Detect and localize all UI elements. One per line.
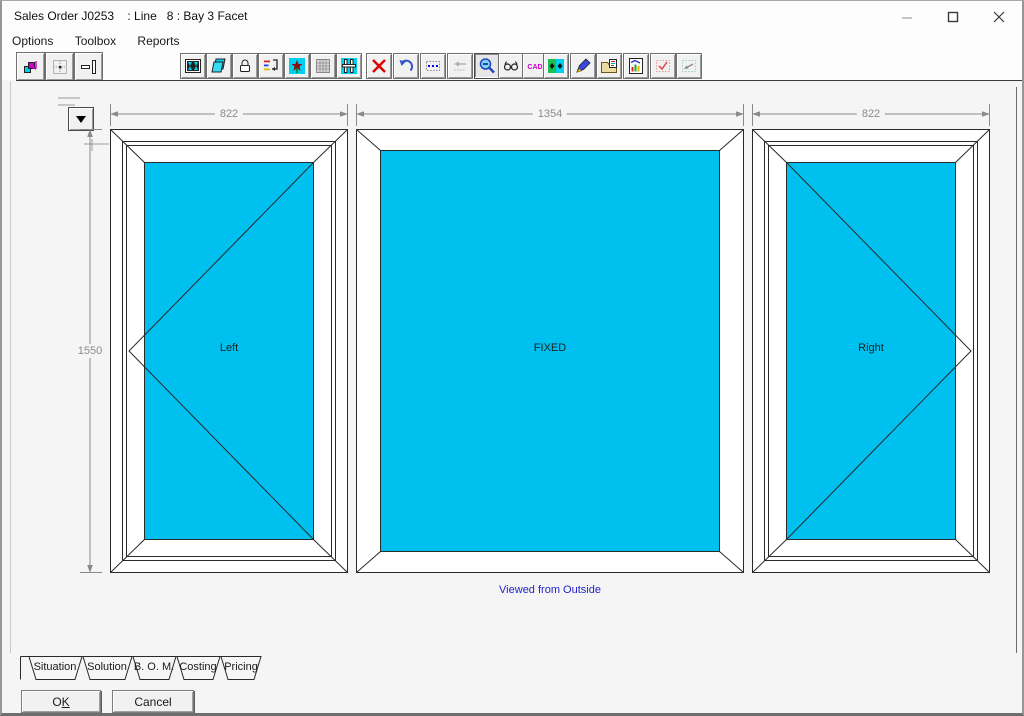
glazing-bars-button[interactable] [336, 53, 362, 79]
menu-options[interactable]: Options [4, 32, 61, 50]
undo-icon [397, 57, 415, 75]
specification-button[interactable] [258, 53, 284, 79]
grid-select-icon [51, 58, 69, 76]
hardware-button[interactable] [232, 53, 258, 79]
menu-reports[interactable]: Reports [129, 32, 187, 50]
tab-situation[interactable]: Situation [34, 661, 77, 673]
annotate-pen-button[interactable] [570, 53, 596, 79]
grid-select-button[interactable] [45, 52, 74, 81]
sash-design-icon [184, 57, 202, 75]
view-3d-icon [502, 57, 520, 75]
glazing-icon [210, 57, 228, 75]
hardware-lock-icon [236, 57, 254, 75]
facet-center[interactable]: FIXED [356, 129, 744, 573]
verify-grid-button [650, 53, 676, 79]
minimize-button[interactable] [884, 1, 930, 32]
move-nodes-button[interactable] [543, 53, 569, 79]
menu-toolbox[interactable]: Toolbox [67, 32, 124, 50]
scroll-grid-button [676, 53, 702, 79]
frame-section-icon [80, 58, 98, 76]
tab-costing[interactable]: Costing [179, 661, 216, 673]
zoom-icon [478, 57, 496, 75]
surface-pattern-button[interactable] [310, 53, 336, 79]
svg-text:CAD: CAD [527, 64, 542, 71]
sash-design-button[interactable] [180, 53, 206, 79]
design-canvas: 822 1354 822 1550 [2, 81, 1024, 653]
verify-grid-icon [654, 57, 672, 75]
toolbar: CAD [2, 51, 1022, 80]
dimension-left-value[interactable]: 822 [215, 108, 243, 120]
maximize-icon [947, 11, 959, 23]
report-folder-button[interactable] [596, 53, 622, 79]
tab-strip: Situation Solution B. O. M. Costing Pric… [2, 653, 1024, 685]
close-icon [993, 11, 1005, 23]
annotate-pen-icon [574, 57, 592, 75]
application-window: Sales Order J0253 : Line 8 : Bay 3 Facet… [0, 0, 1024, 716]
tab-pricing[interactable]: Pricing [224, 661, 258, 673]
copy-items-icon [22, 58, 40, 76]
specification-icon [262, 57, 280, 75]
copy-items-button[interactable] [16, 52, 45, 81]
vent-leaf-icon [288, 57, 306, 75]
minimize-icon [901, 11, 913, 23]
chart-report-button[interactable] [623, 53, 649, 79]
cad-export-icon: CAD [525, 57, 545, 75]
cancel-button-label: Cancel [134, 695, 171, 709]
dimension-right2-value[interactable]: 822 [857, 108, 885, 120]
glazing-bars-icon [340, 57, 358, 75]
title-bar: Sales Order J0253 : Line 8 : Bay 3 Facet [2, 1, 1022, 32]
vent-leaf-button[interactable] [284, 53, 310, 79]
viewed-from-outside-caption: Viewed from Outside [499, 584, 601, 596]
zoom-button[interactable] [474, 53, 500, 79]
facet-left-label: Left [220, 342, 238, 354]
facet-left[interactable]: Left [110, 129, 348, 573]
surface-pattern-icon [314, 57, 332, 75]
glazing-button[interactable] [206, 53, 232, 79]
scroll-grid-icon [680, 57, 698, 75]
canvas-left-edge [10, 81, 11, 653]
delete-button[interactable] [366, 53, 392, 79]
facet-center-label: FIXED [534, 342, 566, 354]
chart-report-icon [627, 57, 645, 75]
cancel-button[interactable]: Cancel [112, 690, 194, 713]
facet-right-label: Right [858, 342, 884, 354]
move-nodes-icon [547, 57, 565, 75]
delete-icon [370, 57, 388, 75]
dimension-height-value[interactable]: 1550 [76, 344, 104, 358]
dim-points-icon [424, 57, 442, 75]
report-folder-icon [600, 57, 618, 75]
undo-button[interactable] [393, 53, 419, 79]
frame-section-button[interactable] [74, 52, 103, 81]
tab-bom[interactable]: B. O. M. [134, 661, 174, 673]
tab-solution[interactable]: Solution [87, 661, 127, 673]
shift-left-icon [451, 57, 469, 75]
shift-left-button [447, 53, 473, 79]
close-button[interactable] [976, 1, 1022, 32]
view-3d-button[interactable] [498, 53, 524, 79]
maximize-button[interactable] [930, 1, 976, 32]
facet-right[interactable]: Right [752, 129, 990, 573]
dimension-center-value[interactable]: 1354 [533, 108, 567, 120]
dim-points-button[interactable] [420, 53, 446, 79]
ok-button-label: OK [52, 695, 69, 709]
window-title: Sales Order J0253 : Line 8 : Bay 3 Facet [14, 9, 247, 23]
menu-bar: Options Toolbox Reports [2, 32, 1022, 51]
ok-button[interactable]: OK [21, 690, 101, 713]
canvas-right-edge [1016, 87, 1017, 653]
